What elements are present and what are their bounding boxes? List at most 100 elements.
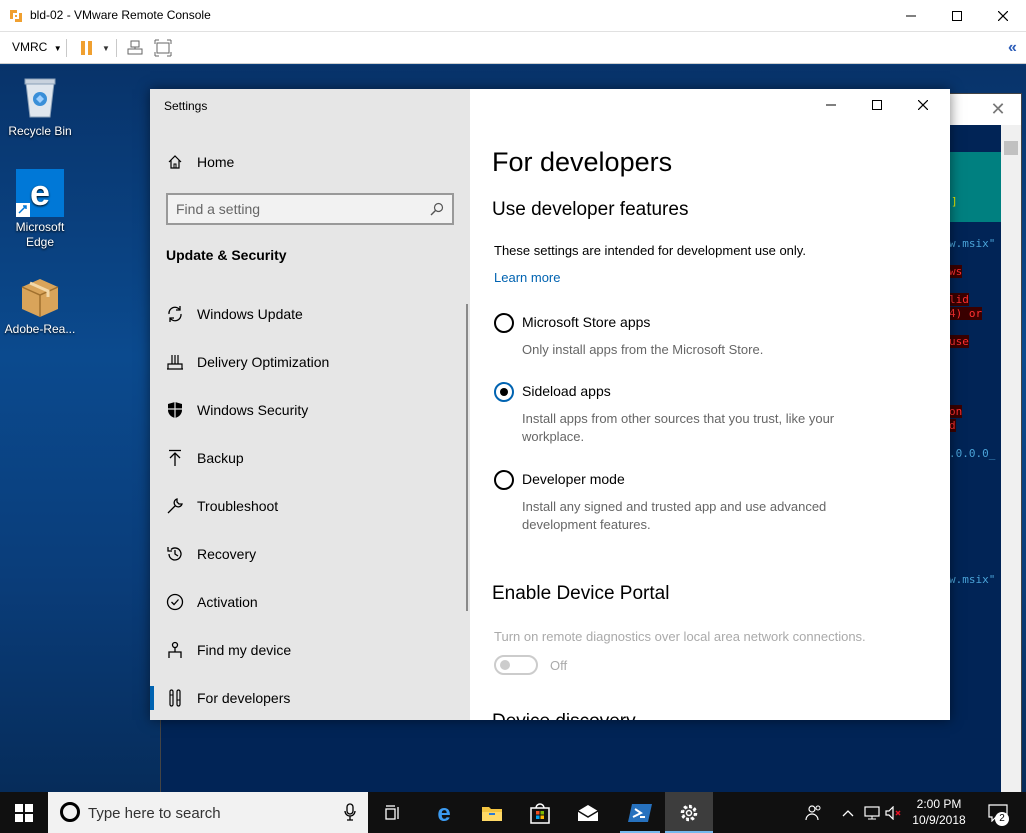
notification-count-badge: 2 [995,812,1009,826]
taskbar-settings-button[interactable] [665,792,713,833]
nav-recovery[interactable]: Recovery [150,532,470,576]
shield-icon [166,401,184,419]
pause-icon [81,41,92,55]
nav-item-label: Backup [197,450,244,466]
close-icon: ✕ [990,99,1006,119]
terminal-line: on [949,405,963,418]
terminal-highlight-block [949,152,1001,222]
nav-windows-security[interactable]: Windows Security [150,388,470,432]
check-circle-icon [166,593,184,611]
taskbar-search-input[interactable] [88,803,328,823]
terminal-line: use [949,335,969,348]
fullscreen-button[interactable] [154,39,172,57]
maximize-icon [952,11,962,21]
taskbar-mail-button[interactable] [564,792,612,833]
nav-backup[interactable]: Backup [150,436,470,480]
close-icon [918,100,928,110]
terminal-line: w.msix" [949,573,996,586]
recovery-history-icon [166,545,184,563]
radio-description: Install any signed and trusted app and u… [522,499,827,532]
nav-section-heading: Update & Security [166,247,287,263]
microphone-icon[interactable] [344,803,356,826]
taskbar-clock[interactable]: 2:00 PM 10/9/2018 [906,796,972,828]
volume-button[interactable] [884,792,904,833]
nav-item-label: Windows Security [197,402,309,418]
desktop-icon-recycle-bin[interactable]: Recycle Bin [2,73,78,139]
developer-tools-icon [166,689,184,707]
taskbar-search-box[interactable] [48,792,368,833]
start-button[interactable] [0,792,48,833]
backup-arrow-icon [166,449,184,467]
settings-close-button[interactable] [900,89,946,121]
terminal-line: lid [949,293,969,306]
close-button[interactable] [980,0,1026,32]
maximize-button[interactable] [934,0,980,32]
taskbar-powershell-button[interactable] [616,792,664,833]
collapse-panel-button[interactable]: « [1008,39,1017,57]
search-icon [430,202,444,221]
nav-find-my-device[interactable]: Find my device [150,628,470,672]
taskbar-edge-button[interactable]: e [420,792,468,833]
terminal-scrollbar[interactable] [1001,125,1021,792]
task-view-button[interactable] [369,792,417,833]
nav-item-label: Delivery Optimization [197,354,330,370]
radio-button[interactable] [494,313,514,333]
device-portal-toggle[interactable] [494,655,538,675]
nav-delivery-optimization[interactable]: Delivery Optimization [150,340,470,384]
clock-date: 10/9/2018 [912,813,966,827]
settings-minimize-button[interactable] [808,89,854,121]
toggle-knob [500,660,510,670]
device-portal-description: Turn on remote diagnostics over local ar… [494,629,866,644]
nav-item-label: Activation [197,594,258,610]
file-explorer-icon [482,806,502,821]
show-hidden-icons-button[interactable] [838,792,858,833]
windows-logo-icon [15,803,33,822]
active-indicator [150,686,154,710]
nav-item-label: Find my device [197,642,292,658]
people-button[interactable] [800,792,828,833]
vmrc-titlebar: bld-02 - VMware Remote Console [0,0,1026,32]
nav-scrollbar[interactable] [466,304,468,611]
settings-content-pane: For developers Use developer features Th… [470,89,950,720]
nav-item-label: For developers [197,690,291,706]
chevron-down-icon: ▼ [53,44,62,53]
nav-troubleshoot[interactable]: Troubleshoot [150,484,470,528]
nav-activation[interactable]: Activation [150,580,470,624]
delivery-optimization-icon [166,353,184,371]
terminal-close-button[interactable]: ✕ [975,94,1021,125]
nav-item-label: Windows Update [197,306,303,322]
radio-description: Only install apps from the Microsoft Sto… [522,342,764,357]
device-discovery-heading: Device discovery [492,711,636,720]
settings-search-input[interactable] [176,200,416,218]
mail-icon [577,804,599,821]
network-button[interactable] [862,792,882,833]
wrench-icon [166,497,184,515]
scrollbar-thumb[interactable] [1004,141,1018,155]
pause-button[interactable]: ▼ [80,39,110,57]
radio-button[interactable] [494,470,514,490]
action-center-button[interactable]: 2 [980,792,1016,833]
package-box-icon [16,271,64,319]
radio-button-selected[interactable] [494,382,514,402]
nav-windows-update[interactable]: Windows Update [150,292,470,336]
settings-search-box[interactable] [166,193,454,225]
chevron-up-icon [842,809,854,816]
svg-text:e: e [30,172,50,213]
desktop-icon-adobe-reader[interactable]: Adobe-Rea... [2,271,78,337]
settings-maximize-button[interactable] [854,89,900,121]
home-icon [166,153,184,171]
edge-icon: e [16,169,64,217]
taskbar-file-explorer-button[interactable] [468,792,516,833]
nav-for-developers[interactable]: For developers [150,676,470,720]
learn-more-link[interactable]: Learn more [494,270,560,285]
settings-window: Settings Home Update & Security Windows … [150,89,950,720]
nav-home[interactable]: Home [150,140,470,184]
send-ctrl-alt-del-button[interactable] [126,39,144,57]
settings-window-title: Settings [164,99,208,113]
taskbar-store-button[interactable] [516,792,564,833]
vmrc-menu-button[interactable]: VMRC ▼ [12,40,62,54]
vmrc-menu-label: VMRC [12,40,48,54]
people-icon [805,804,821,820]
minimize-button[interactable] [888,0,934,32]
desktop-icon-microsoft-edge[interactable]: e Microsoft Edge [2,169,78,250]
